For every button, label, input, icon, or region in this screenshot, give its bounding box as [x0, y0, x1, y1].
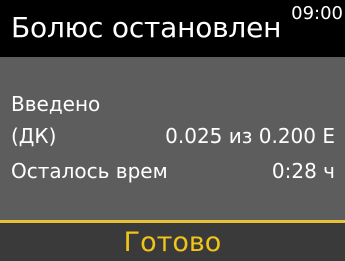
remaining-label: Осталось врем — [11, 159, 168, 183]
footer-bar: Готово — [0, 220, 345, 261]
delivered-label: Введено — [11, 92, 101, 116]
delivered-label-unit: (ДК) — [11, 124, 57, 148]
status-header: Болюс остановлен 09:00 — [0, 0, 345, 57]
clock-time: 09:00 — [291, 3, 343, 24]
remaining-value: 0:28 ч — [271, 159, 335, 183]
pump-screen: Болюс остановлен 09:00 Введено (ДК) 0.02… — [0, 0, 345, 261]
done-button[interactable]: Готово — [0, 223, 345, 261]
delivered-value: 0.025 из 0.200 Е — [165, 124, 335, 148]
screen-title: Болюс остановлен — [11, 11, 282, 44]
